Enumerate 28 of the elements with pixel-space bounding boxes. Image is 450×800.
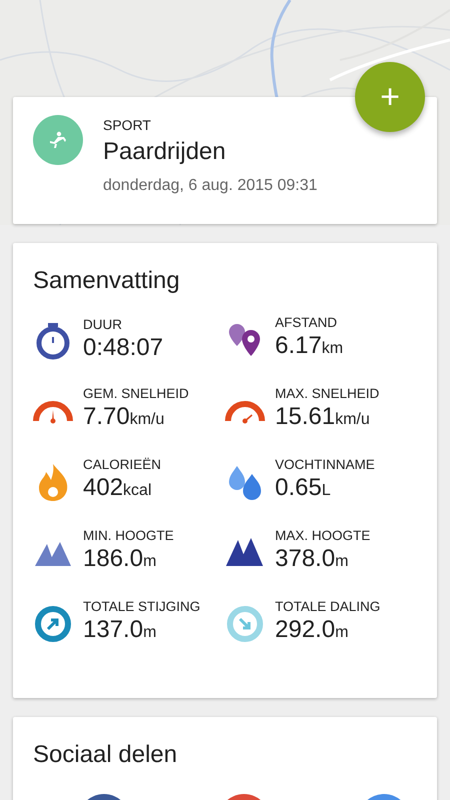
stat-value: 0:48:07 bbox=[83, 332, 164, 362]
card-title: Samenvatting bbox=[33, 267, 181, 295]
arrow-up-right-icon bbox=[33, 604, 73, 644]
stat-label: AFSTAND bbox=[275, 315, 338, 331]
stat-value: 402kcal bbox=[83, 473, 152, 503]
stat-label: MAX. HOOGTE bbox=[275, 528, 370, 544]
stat-label: VOCHTINNAME bbox=[275, 457, 375, 473]
activity-category: SPORT bbox=[103, 117, 152, 133]
stat-label: GEM. SNELHEID bbox=[83, 386, 189, 402]
stat-value: 15.61km/u bbox=[275, 402, 371, 432]
stat-value: 6.17km bbox=[275, 331, 344, 361]
arrow-down-right-icon bbox=[225, 604, 265, 644]
stat-label: TOTALE DALING bbox=[275, 599, 380, 615]
stat-label: MIN. HOOGTE bbox=[83, 528, 174, 544]
stat-label: DUUR bbox=[83, 316, 123, 332]
stat-label: TOTALE STIJGING bbox=[83, 599, 200, 615]
activity-date: donderdag, 6 aug. 2015 09:31 bbox=[103, 177, 318, 195]
stat-value: 378.0m bbox=[275, 544, 350, 574]
stat-value: 137.0m bbox=[83, 615, 158, 645]
stat-value: 7.70km/u bbox=[83, 402, 166, 432]
mountains-icon bbox=[225, 538, 265, 567]
stat-value: 0.65L bbox=[275, 473, 332, 503]
card-title: Sociaal delen bbox=[33, 741, 178, 769]
stat-value: 292.0m bbox=[275, 615, 350, 645]
stat-label: MAX. SNELHEID bbox=[275, 386, 380, 402]
stat-label: CALORIEËN bbox=[83, 457, 162, 473]
activity-name: Paardrijden bbox=[103, 137, 227, 167]
stat-value: 186.0m bbox=[83, 544, 158, 574]
